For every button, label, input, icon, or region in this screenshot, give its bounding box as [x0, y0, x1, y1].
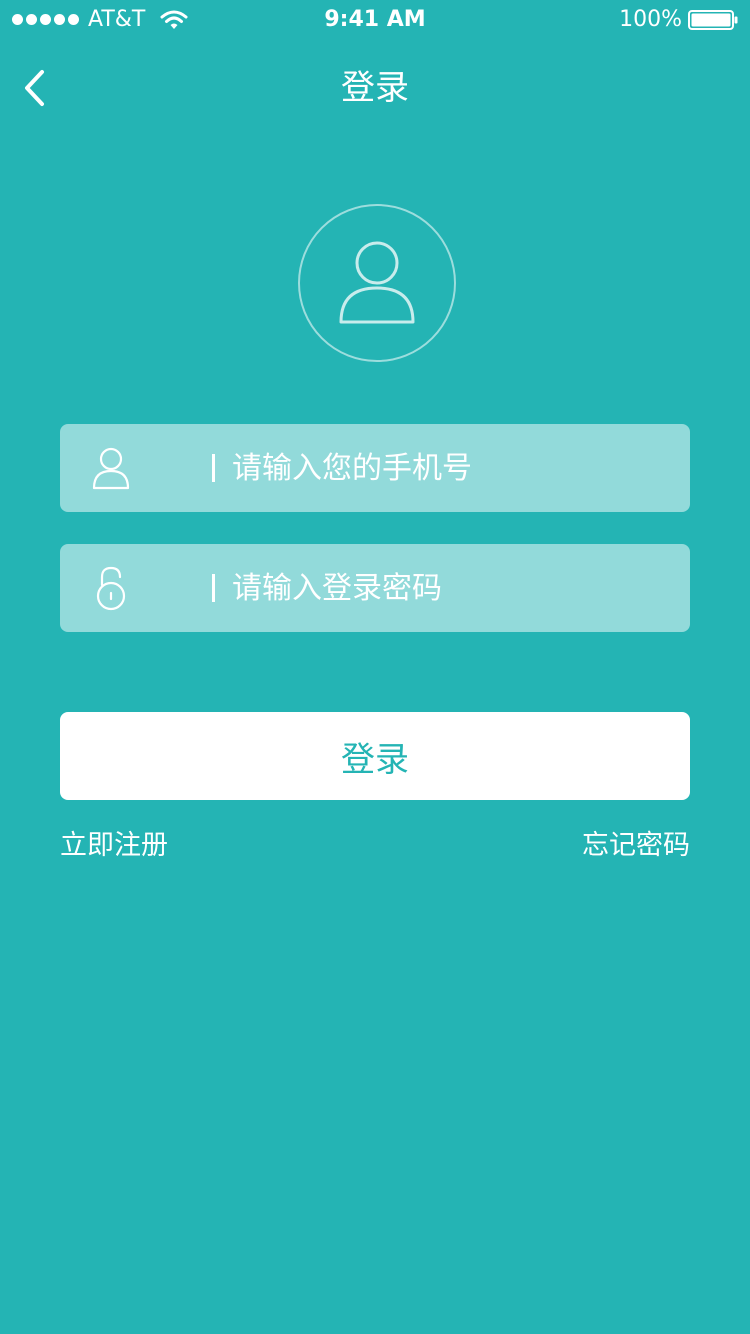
password-field[interactable]	[60, 544, 690, 632]
phone-field[interactable]	[60, 424, 690, 512]
avatar	[298, 204, 456, 362]
page-title: 登录	[341, 68, 409, 108]
password-input[interactable]	[232, 544, 672, 632]
phone-input[interactable]	[232, 424, 672, 512]
login-screen: AT&T 9:41 AM 100% 登录 请输入您的手机号 登录 立即注册 忘记…	[0, 0, 750, 1334]
navigation-bar: 登录	[0, 40, 750, 136]
register-link[interactable]: 立即注册	[60, 826, 168, 866]
input-caret	[212, 574, 215, 602]
battery-icon	[688, 10, 738, 30]
input-caret	[212, 454, 215, 482]
status-bar: AT&T 9:41 AM 100%	[0, 0, 750, 40]
login-button-label: 登录	[341, 739, 409, 780]
battery-percent: 100%	[619, 7, 682, 32]
user-avatar-icon	[339, 241, 415, 324]
login-button[interactable]: 登录	[60, 712, 690, 800]
lock-icon	[90, 564, 132, 612]
user-icon	[90, 444, 132, 492]
forgot-password-link[interactable]: 忘记密码	[582, 826, 690, 866]
